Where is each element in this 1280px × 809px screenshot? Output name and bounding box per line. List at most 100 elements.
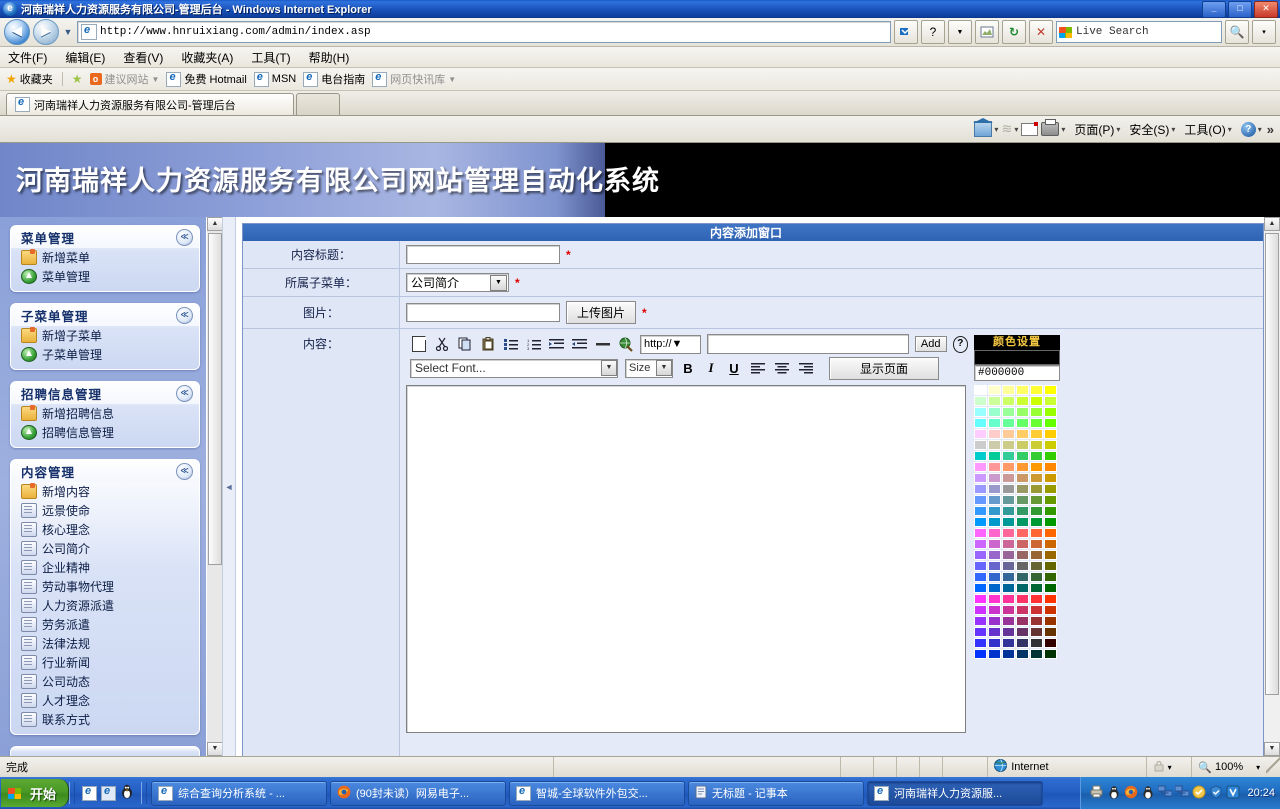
menu-edit[interactable]: 编辑(E) bbox=[65, 49, 105, 66]
color-swatch[interactable] bbox=[1030, 484, 1043, 494]
color-swatch[interactable] bbox=[1030, 462, 1043, 472]
fav-item-web-slices[interactable]: 网页快讯库 ▼ bbox=[372, 71, 456, 87]
color-swatch[interactable] bbox=[1030, 429, 1043, 439]
upload-image-button[interactable]: 上传图片 bbox=[566, 301, 637, 324]
color-swatch[interactable] bbox=[1044, 583, 1057, 593]
color-swatch[interactable] bbox=[974, 440, 987, 450]
color-swatch[interactable] bbox=[1044, 462, 1057, 472]
chevron-down-icon[interactable]: ▾ bbox=[1168, 763, 1172, 772]
color-swatch[interactable] bbox=[1002, 473, 1015, 483]
color-swatch[interactable] bbox=[1044, 407, 1057, 417]
menu-favorites[interactable]: 收藏夹(A) bbox=[181, 49, 233, 66]
chevron-down-icon[interactable]: ▾ bbox=[1014, 125, 1018, 134]
cut-icon[interactable] bbox=[433, 336, 450, 353]
color-swatch[interactable] bbox=[988, 495, 1001, 505]
ie2-icon[interactable] bbox=[101, 785, 117, 801]
color-swatch[interactable] bbox=[974, 539, 987, 549]
sidebar-item-vision[interactable]: 远景使命 bbox=[11, 501, 199, 520]
font-family-select[interactable]: Select Font... ▼ bbox=[410, 358, 618, 378]
color-swatch[interactable] bbox=[1002, 440, 1015, 450]
color-swatch[interactable] bbox=[988, 440, 1001, 450]
color-swatch[interactable] bbox=[1044, 627, 1057, 637]
sidebar-item-add-menu[interactable]: 新增菜单 bbox=[11, 248, 199, 267]
horizontal-rule-icon[interactable] bbox=[594, 336, 611, 353]
scrollbar-thumb[interactable] bbox=[208, 233, 222, 565]
safety-menu[interactable]: 安全(S) ▾ bbox=[1129, 121, 1175, 138]
preview-page-button[interactable]: 显示页面 bbox=[829, 356, 939, 380]
add-favorite-icon[interactable]: ★ bbox=[72, 72, 83, 86]
start-button[interactable]: 开始 bbox=[1, 779, 70, 807]
color-swatch[interactable] bbox=[1044, 605, 1057, 615]
menu-help[interactable]: 帮助(H) bbox=[309, 49, 350, 66]
color-swatch[interactable] bbox=[988, 539, 1001, 549]
color-swatch[interactable] bbox=[1016, 616, 1029, 626]
sidebar-item-company-profile[interactable]: 公司简介 bbox=[11, 539, 199, 558]
color-swatch[interactable] bbox=[1016, 528, 1029, 538]
color-swatch[interactable] bbox=[988, 517, 1001, 527]
task-button[interactable]: (90封未读）网易电子... bbox=[330, 780, 507, 806]
menu-view[interactable]: 查看(V) bbox=[123, 49, 163, 66]
color-swatch[interactable] bbox=[1016, 396, 1029, 406]
favorites-button[interactable]: ★ 收藏夹 bbox=[6, 71, 53, 87]
color-swatch[interactable] bbox=[1016, 627, 1029, 637]
color-swatch[interactable] bbox=[974, 649, 987, 659]
color-swatch[interactable] bbox=[1044, 484, 1057, 494]
forward-button[interactable]: ▶ bbox=[33, 19, 59, 45]
color-swatch[interactable] bbox=[974, 528, 987, 538]
color-swatch[interactable] bbox=[974, 572, 987, 582]
sidebar-item-add-content[interactable]: 新增内容 bbox=[11, 482, 199, 501]
color-swatch[interactable] bbox=[1002, 385, 1015, 395]
collapse-icon[interactable]: ≪ bbox=[176, 384, 193, 402]
address-dropdown-caret-icon[interactable]: ▼ bbox=[948, 20, 972, 44]
color-swatch[interactable] bbox=[974, 396, 987, 406]
qq-penguin-icon[interactable] bbox=[120, 784, 134, 802]
back-button[interactable]: ◀ bbox=[4, 19, 30, 45]
task-button[interactable]: 综合查询分析系统 - ... bbox=[151, 780, 328, 806]
color-swatch[interactable] bbox=[1044, 616, 1057, 626]
sidebar-item-talent-philosophy[interactable]: 人才理念 bbox=[11, 691, 199, 710]
color-swatch[interactable] bbox=[1044, 495, 1057, 505]
scroll-down-button[interactable]: ▼ bbox=[1264, 742, 1280, 756]
color-swatch[interactable] bbox=[1030, 506, 1043, 516]
home-button[interactable]: ▾ bbox=[973, 118, 998, 137]
color-swatch[interactable] bbox=[1030, 583, 1043, 593]
color-swatch[interactable] bbox=[1002, 407, 1015, 417]
color-swatch[interactable] bbox=[1030, 451, 1043, 461]
sidebar-item-add-recruitment[interactable]: 新增招聘信息 bbox=[11, 404, 199, 423]
search-caret-icon[interactable]: ▾ bbox=[1252, 20, 1276, 44]
close-button[interactable]: ✕ bbox=[1254, 0, 1278, 18]
color-swatch[interactable] bbox=[1016, 561, 1029, 571]
color-swatch[interactable] bbox=[988, 605, 1001, 615]
color-swatch[interactable] bbox=[1016, 583, 1029, 593]
color-swatch[interactable] bbox=[1044, 528, 1057, 538]
sidebar-item-hr-dispatch[interactable]: 人力资源派遣 bbox=[11, 596, 199, 615]
color-swatch[interactable] bbox=[1016, 594, 1029, 604]
color-swatch[interactable] bbox=[988, 572, 1001, 582]
color-swatch[interactable] bbox=[988, 407, 1001, 417]
color-swatch[interactable] bbox=[1030, 473, 1043, 483]
color-swatch[interactable] bbox=[1016, 484, 1029, 494]
search-icon[interactable]: 🔍 bbox=[1225, 20, 1249, 44]
color-swatch[interactable] bbox=[988, 506, 1001, 516]
color-swatch[interactable] bbox=[988, 473, 1001, 483]
refresh-button[interactable]: ↻ bbox=[1002, 20, 1026, 44]
color-swatch[interactable] bbox=[974, 594, 987, 604]
sidebar-item-contact[interactable]: 联系方式 bbox=[11, 710, 199, 729]
color-swatch[interactable] bbox=[1002, 528, 1015, 538]
color-swatch[interactable] bbox=[1030, 495, 1043, 505]
underline-button[interactable]: U bbox=[726, 361, 742, 376]
compatibility-view-button[interactable] bbox=[894, 20, 918, 44]
recent-pages-caret-icon[interactable]: ▼ bbox=[62, 27, 74, 37]
color-swatch[interactable] bbox=[988, 429, 1001, 439]
help-small-icon[interactable]: ? bbox=[921, 20, 945, 44]
insert-link-icon[interactable] bbox=[617, 336, 634, 353]
color-swatch[interactable] bbox=[1016, 550, 1029, 560]
align-center-icon[interactable] bbox=[773, 360, 790, 377]
stop-button[interactable]: ✕ bbox=[1029, 20, 1053, 44]
defender-icon[interactable] bbox=[1226, 785, 1240, 802]
help-menu[interactable]: ? ▾ bbox=[1240, 121, 1262, 137]
color-swatch[interactable] bbox=[1002, 462, 1015, 472]
color-swatch[interactable] bbox=[1002, 594, 1015, 604]
sidebar-item-menu-manage[interactable]: 菜单管理 bbox=[11, 267, 199, 286]
zoom-control[interactable]: 🔍 100% ▾ bbox=[1192, 757, 1266, 777]
